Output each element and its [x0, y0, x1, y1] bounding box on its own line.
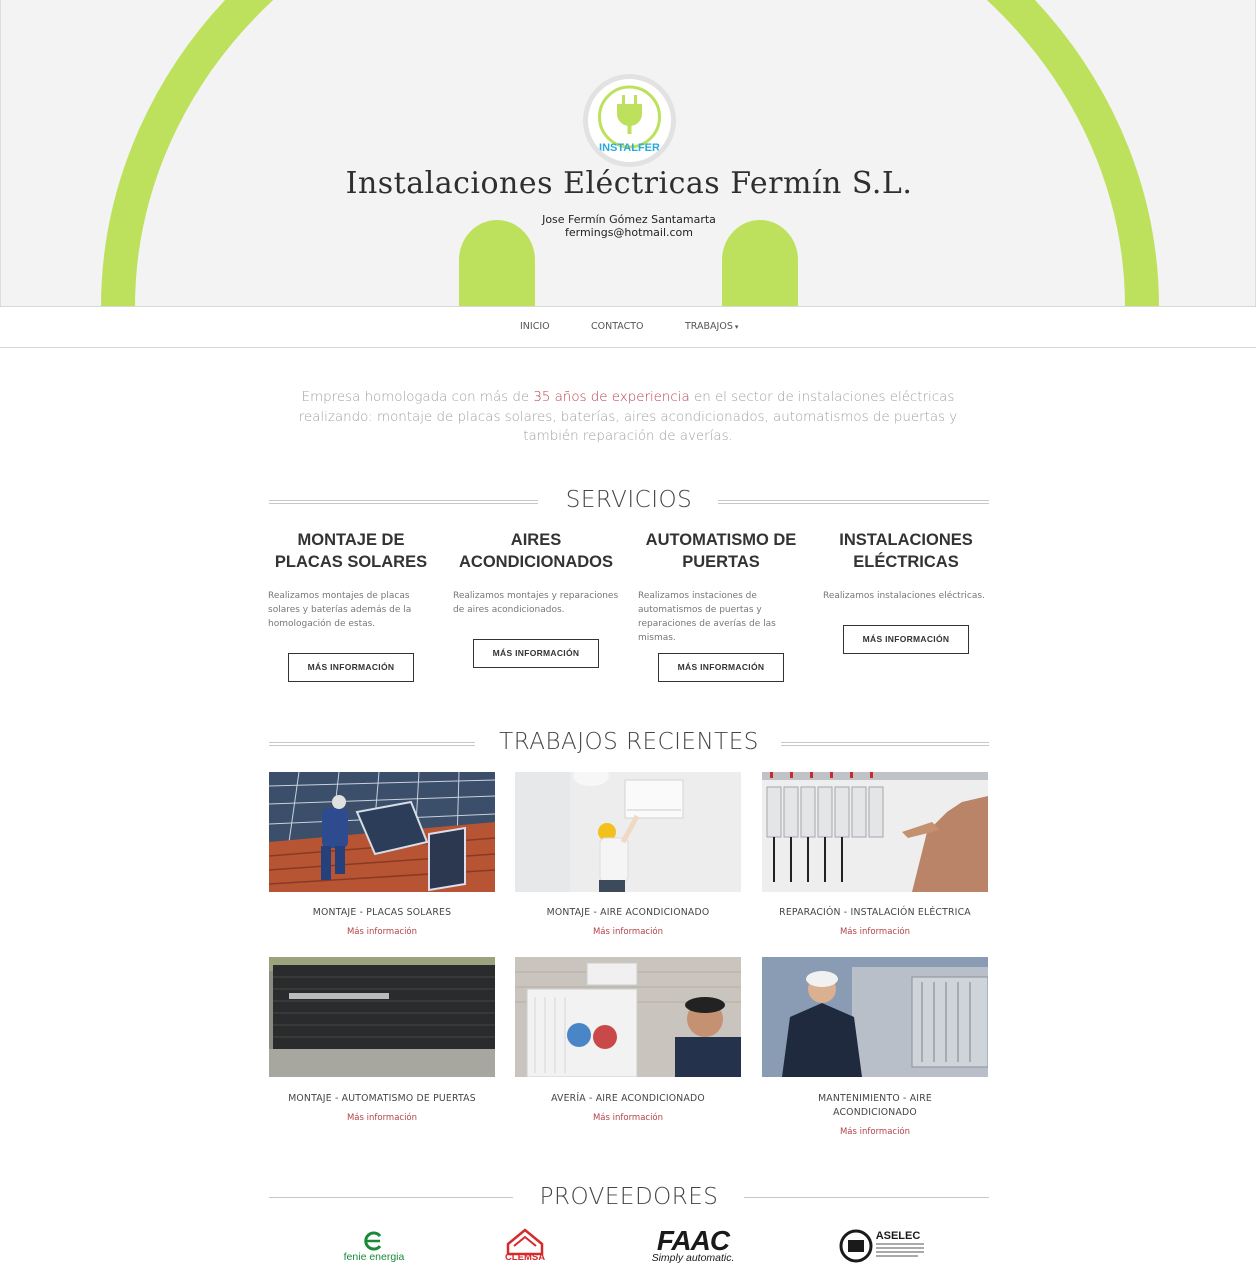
site-title: Instalaciones Eléctricas Fermín S.L.: [345, 166, 913, 201]
service-electrical: INSTALACIONES ELÉCTRICAS Realizamos insta…: [823, 529, 989, 603]
service-title-line: ACONDICIONADOS: [458, 553, 613, 571]
faac-logo[interactable]: FAAC Simply automatic.: [640, 1224, 746, 1266]
solar-more-info-button[interactable]: MÁS INFORMACIÓN: [288, 653, 414, 682]
service-title-line: MONTAJE DE: [297, 531, 405, 549]
services-heading-text: SERVICIOS: [565, 487, 693, 513]
work-more-info-link[interactable]: Más información: [269, 927, 495, 937]
service-title-line: AUTOMATISMO DE: [645, 531, 797, 549]
svg-text:Simply automatic.: Simply automatic.: [652, 1252, 735, 1264]
providers-heading-text: PROVEEDORES: [539, 1184, 719, 1210]
work-title: MANTENIMIENTO - AIRE ACONDICIONADO: [762, 1092, 988, 1120]
work-title-line: ACONDICIONADO: [833, 1107, 917, 1118]
service-solar: MONTAJE DE PLACAS SOLARES Realizamos mont…: [268, 529, 434, 631]
svg-text:fenie energia: fenie energia: [344, 1251, 405, 1263]
work-more-info-link[interactable]: Más información: [762, 927, 988, 937]
work-title: MONTAJE - AIRE ACONDICIONADO: [546, 907, 710, 918]
service-title: MONTAJE DE PLACAS SOLARES: [268, 529, 434, 573]
work-more-info-link[interactable]: Más información: [269, 1113, 495, 1123]
intro-before: Empresa homologada con más de: [301, 390, 534, 405]
service-title: AIRES ACONDICIONADOS: [453, 529, 619, 573]
nav-trabajos-label: TRABAJOS: [685, 321, 733, 332]
service-desc: Realizamos instaciones de automatismos d…: [638, 591, 776, 643]
instalfer-logo[interactable]: INSTALFER: [583, 74, 676, 167]
intro-highlight: 35 años de experiencia: [533, 390, 690, 405]
electrical-repair-photo[interactable]: [762, 772, 988, 892]
ac-install-photo[interactable]: [515, 772, 741, 892]
providers-heading: PROVEEDORES: [269, 1184, 989, 1214]
service-title: INSTALACIONES ELÉCTRICAS: [823, 529, 989, 573]
ac-more-info-button[interactable]: MÁS INFORMACIÓN: [473, 639, 599, 668]
service-title-line: PLACAS SOLARES: [274, 553, 428, 571]
plug-icon: INSTALFER: [598, 85, 661, 154]
work-title: AVERÍA - AIRE ACONDICIONADO: [551, 1093, 705, 1104]
service-title-line: AIRES: [510, 531, 562, 549]
service-desc: Realizamos instalaciones eléctricas.: [823, 591, 985, 601]
hero-banner: INSTALFER Instalaciones Eléctricas Fermí…: [0, 0, 1256, 307]
work-title: REPARACIÓN - INSTALACIÓN ELÉCTRICA: [779, 907, 971, 918]
work-title: MONTAJE - AUTOMATISMO DE PUERTAS: [288, 1093, 476, 1104]
intro-text: Empresa homologada con más de 35 años de…: [276, 388, 980, 447]
solar-panels-photo[interactable]: [269, 772, 495, 892]
ac-install-image: [515, 772, 741, 892]
service-title-line: PUERTAS: [682, 553, 760, 571]
work-more-info-link[interactable]: Más información: [515, 927, 741, 937]
faac-icon: FAAC Simply automatic.: [652, 1225, 735, 1264]
works-heading-text: TRABAJOS RECIENTES: [499, 729, 759, 755]
ac-repair-image: [515, 957, 741, 1077]
caret-down-icon: ▾: [734, 323, 739, 331]
svg-text:ASELEC: ASELEC: [876, 1230, 921, 1242]
work-title-line: MANTENIMIENTO - AIRE: [818, 1093, 932, 1104]
fenie-energia-logo[interactable]: fenie energia: [336, 1226, 412, 1266]
doors-more-info-button[interactable]: MÁS INFORMACIÓN: [658, 653, 784, 682]
ac-maintenance-photo[interactable]: [762, 957, 988, 1077]
service-doors: AUTOMATISMO DE PUERTAS Realizamos instaci…: [638, 529, 804, 645]
svg-text:CLEMSA: CLEMSA: [505, 1252, 545, 1263]
service-title-line: ELÉCTRICAS: [853, 553, 959, 571]
owner-name: Jose Fermín Gómez Santamarta: [542, 213, 716, 226]
works-heading: TRABAJOS RECIENTES: [269, 729, 989, 759]
aselec-icon: ASELEC: [839, 1229, 924, 1263]
clemsa-icon: CLEMSA: [505, 1228, 545, 1263]
work-title: MONTAJE - PLACAS SOLARES: [312, 907, 452, 918]
solar-panels-image: [269, 772, 495, 892]
fenie-energia-icon: fenie energia: [344, 1231, 405, 1263]
work-more-info-link[interactable]: Más información: [762, 1127, 988, 1137]
service-desc: Realizamos montajes de placas solares y …: [268, 591, 412, 629]
door-automation-photo[interactable]: [269, 957, 495, 1077]
work-more-info-link[interactable]: Más información: [515, 1113, 741, 1123]
nav-inicio[interactable]: INICIO: [520, 321, 550, 332]
ac-maintenance-image: [762, 957, 988, 1077]
ac-repair-photo[interactable]: [515, 957, 741, 1077]
svg-text:INSTALFER: INSTALFER: [599, 142, 660, 154]
nav-contacto[interactable]: CONTACTO: [591, 321, 644, 332]
services-heading: SERVICIOS: [269, 487, 989, 517]
nav-trabajos-dropdown[interactable]: TRABAJOS ▾: [685, 321, 738, 332]
automatic-gate-image: [269, 957, 495, 1077]
service-ac: AIRES ACONDICIONADOS Realizamos montajes …: [453, 529, 619, 617]
service-desc: Realizamos montajes y reparaciones de ai…: [453, 591, 619, 615]
clemsa-logo[interactable]: CLEMSA: [500, 1226, 550, 1264]
service-title: AUTOMATISMO DE PUERTAS: [638, 529, 804, 573]
electrical-panel-image: [762, 772, 988, 892]
aselec-logo[interactable]: ASELEC: [838, 1226, 928, 1266]
owner-email[interactable]: fermings@hotmail.com: [1, 226, 1255, 239]
main-navbar: INICIO CONTACTO TRABAJOS ▾: [0, 306, 1256, 348]
service-title-line: INSTALACIONES: [839, 531, 973, 549]
electrical-more-info-button[interactable]: MÁS INFORMACIÓN: [843, 625, 969, 654]
